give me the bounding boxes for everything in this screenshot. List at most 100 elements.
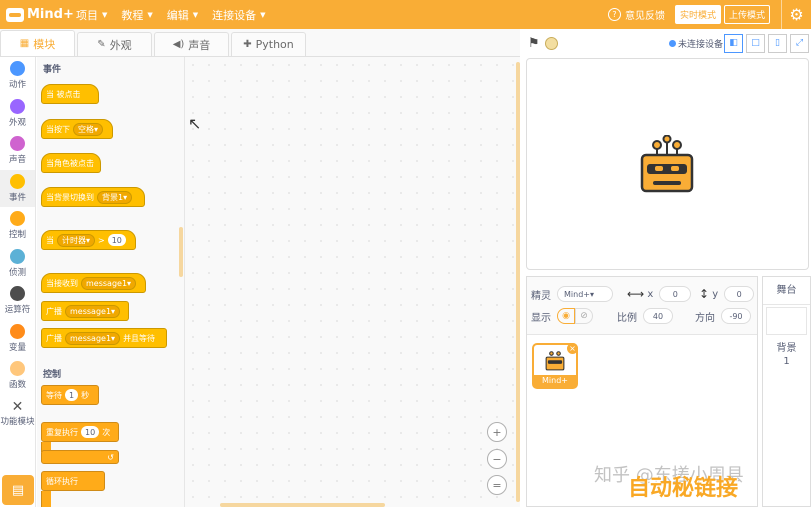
eye-hidden-icon[interactable]: ⊘ [575, 308, 593, 324]
block-broadcast[interactable]: 广播 message1 ▾ [41, 301, 129, 321]
device-icon [668, 39, 676, 47]
sprite-name-row: 精灵 Mind+ ▾ [531, 286, 613, 302]
block-repeat[interactable]: 重复执行 10 次 [41, 422, 119, 442]
timer-input[interactable]: 10 [107, 234, 126, 246]
size-label: 比例 [617, 312, 637, 324]
category-sound[interactable]: 声音 [0, 132, 35, 170]
tab-costumes[interactable]: ✎ 外观 [77, 32, 152, 56]
timer-dropdown[interactable]: 计时器 ▾ [57, 233, 96, 247]
message-dropdown[interactable]: message1 ▾ [65, 304, 121, 318]
block-text: 并且等待 [123, 333, 156, 343]
eye-visible-icon[interactable]: ◉ [557, 308, 575, 324]
block-text: 重复执行 [46, 427, 78, 437]
size-field[interactable]: 40 [643, 308, 673, 324]
workspace-vertical-scrollbar[interactable] [516, 62, 520, 502]
zoom-out-icon[interactable]: − [487, 449, 507, 469]
dropdown-value: message1 [70, 306, 112, 316]
sprite-card[interactable]: × Mind+ [532, 343, 578, 389]
block-receive[interactable]: 当接收到 message1 ▾ [41, 273, 146, 293]
small-stage-icon[interactable]: ◧ [724, 33, 743, 53]
backdrop-panel[interactable]: 舞台 背景 1 [762, 276, 811, 507]
direction-row: 方向 -90 [695, 308, 751, 324]
fullscreen-icon[interactable]: ⤢ [790, 33, 809, 53]
chevron-down-icon: ▼ [192, 10, 199, 19]
horizontal-arrow-icon: ⟷ [627, 287, 645, 301]
category-modules[interactable]: ✕ 功能模块 [0, 395, 35, 433]
palette-scrollbar[interactable] [179, 227, 183, 277]
x-field[interactable]: 0 [659, 286, 692, 302]
forever-block-arm [41, 491, 51, 507]
category-functions[interactable]: 函数 [0, 357, 35, 395]
top-bar: Mind+ 项目 ▼ 教程 ▼ 编辑 ▼ 连接设备 ▼ ? 意见反馈 实时模式 上传模式… [0, 0, 811, 29]
category-looks[interactable]: 外观 [0, 95, 35, 133]
operators-dot-icon [10, 286, 25, 302]
block-forever[interactable]: 循环执行 [41, 471, 105, 491]
mouse-cursor-icon: ↖ [188, 114, 202, 133]
events-section-title: 事件 [43, 65, 62, 75]
category-control[interactable]: 控制 [0, 207, 35, 245]
green-flag-icon[interactable]: ⚑ [528, 36, 540, 51]
python-icon: ✚ [243, 39, 252, 50]
tab-python[interactable]: ✚ Python [231, 32, 306, 56]
extension-button[interactable]: ▤ [2, 475, 34, 505]
block-sprite-clicked[interactable]: 当角色被点击 [41, 153, 101, 173]
feedback-button[interactable]: ? 意见反馈 [607, 7, 665, 22]
looks-dot-icon [10, 98, 25, 114]
category-sidebar: 动作 外观 声音 事件 控制 侦测 运算符 变量 函数 ✕ 功能模块 ▤ [0, 57, 36, 507]
stop-icon[interactable] [544, 36, 558, 50]
block-key-pressed[interactable]: 当按下 空格 ▾ [41, 119, 113, 139]
repeat-input[interactable]: 10 [81, 426, 100, 438]
menu-project[interactable]: 项目 ▼ [76, 7, 107, 23]
block-text: 当 被点击 [46, 89, 81, 99]
category-operators[interactable]: 运算符 [0, 282, 35, 320]
key-dropdown[interactable]: 空格 ▾ [73, 122, 104, 136]
menu-project-label: 项目 [76, 8, 98, 22]
block-text: 当 [46, 235, 54, 245]
block-wait[interactable]: 等待 1 秒 [41, 385, 99, 405]
large-stage-icon[interactable]: □ [746, 33, 765, 53]
block-flag-clicked[interactable]: 当 被点击 [41, 84, 99, 104]
zoom-in-icon[interactable]: + [487, 422, 507, 442]
zoom-reset-icon[interactable]: = [487, 475, 507, 495]
workspace-horizontal-scrollbar[interactable] [220, 503, 385, 507]
category-motion[interactable]: 动作 [0, 57, 35, 95]
y-row: ↕ y 0 [699, 286, 755, 302]
block-backdrop-switch[interactable]: 当背景切换到 背景1 ▾ [41, 187, 145, 207]
show-label: 显示 [531, 312, 551, 324]
realtime-mode-button[interactable]: 实时模式 [674, 5, 721, 24]
direction-field[interactable]: -90 [721, 308, 751, 324]
category-events[interactable]: 事件 [0, 169, 35, 207]
tab-sounds[interactable]: ◀) 声音 [154, 32, 229, 56]
brush-icon: ✎ [97, 39, 106, 50]
category-variables[interactable]: 变量 [0, 320, 35, 358]
category-sensing[interactable]: 侦测 [0, 245, 35, 283]
show-row: 显示 ◉ ⊘ [531, 308, 593, 324]
script-workspace[interactable]: ↖ + − = [184, 57, 520, 507]
menu-connect[interactable]: 连接设备 ▼ [212, 7, 265, 23]
block-timer-gt[interactable]: 当计时器 ▾ >10 [41, 230, 136, 250]
motion-dot-icon [10, 61, 25, 77]
sprite-name-field[interactable]: Mind+ ▾ [557, 286, 613, 302]
menu-edit[interactable]: 编辑 ▼ [167, 7, 198, 23]
control-dot-icon [10, 211, 25, 227]
sprite-label: 精灵 [531, 290, 551, 302]
size-row: 比例 40 [617, 308, 673, 324]
message-dropdown[interactable]: message1 ▾ [81, 276, 137, 290]
tab-blocks[interactable]: ▦ 模块 [0, 30, 75, 56]
y-field[interactable]: 0 [724, 286, 755, 302]
delete-sprite-icon[interactable]: × [567, 343, 578, 354]
backdrop-dropdown[interactable]: 背景1 ▾ [97, 190, 133, 204]
gear-icon[interactable]: ⚙ [781, 0, 811, 29]
backdrop-thumbnail[interactable] [766, 307, 807, 335]
menu-tutorial[interactable]: 教程 ▼ [121, 7, 152, 23]
stage-canvas[interactable] [526, 58, 809, 270]
block-broadcast-wait[interactable]: 广播 message1 ▾ 并且等待 [41, 328, 167, 348]
message-dropdown[interactable]: message1 ▾ [65, 331, 121, 345]
upload-mode-button[interactable]: 上传模式 [723, 5, 770, 24]
tab-blocks-label: 模块 [33, 37, 56, 51]
connection-status[interactable]: 未连接设备 [668, 37, 723, 50]
layout-icon[interactable]: ▯ [768, 33, 787, 53]
app-logo[interactable]: Mind+ [6, 7, 76, 22]
wait-input[interactable]: 1 [65, 389, 79, 401]
mind-robot-thumbnail-icon [545, 351, 565, 371]
